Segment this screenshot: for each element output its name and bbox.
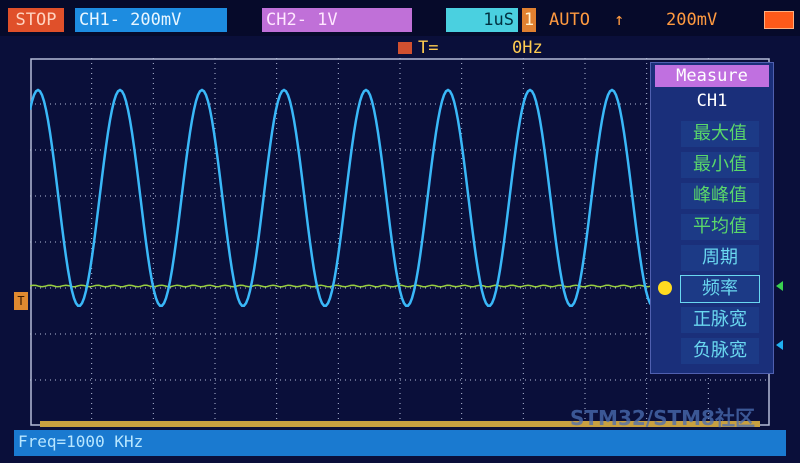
ch1-scale[interactable]: CH1- 200mV xyxy=(75,8,227,32)
trigger-source[interactable]: 1 xyxy=(522,8,536,32)
trigger-marker[interactable]: T xyxy=(14,292,28,310)
frequency-readout: Freq=1000 KHz xyxy=(18,432,144,451)
menu-item-average[interactable]: 平均值 xyxy=(681,214,759,240)
menu-item-peak-to-peak[interactable]: 峰峰值 xyxy=(681,183,759,209)
menu-item-min[interactable]: 最小值 xyxy=(681,152,759,178)
ch2-trace xyxy=(30,284,670,288)
menu-item-negative-pulse-width[interactable]: 负脉宽 xyxy=(681,338,759,364)
status-bar: STOP CH1- 200mV CH2- 1V 1uS 1 AUTO ↑ 200… xyxy=(0,0,800,36)
menu-item-period[interactable]: 周期 xyxy=(681,245,759,271)
timebase[interactable]: 1uS xyxy=(446,8,518,32)
ch2-scale[interactable]: CH2- 1V xyxy=(262,8,412,32)
frequency-label: T= xyxy=(418,38,439,58)
oscilloscope-screen: STOP CH1- 200mV CH2- 1V 1uS 1 AUTO ↑ 200… xyxy=(0,0,800,463)
trigger-edge-icon: ↑ xyxy=(614,10,625,30)
ch1-waveform xyxy=(30,88,672,307)
menu-channel[interactable]: CH1 xyxy=(651,91,773,111)
frequency-value: 0Hz xyxy=(512,38,543,58)
menu-item-positive-pulse-width[interactable]: 正脉宽 xyxy=(681,307,759,333)
watermark: STM32/STM8社区 xyxy=(570,406,755,430)
run-state-badge[interactable]: STOP xyxy=(8,8,64,32)
trigger-mode[interactable]: AUTO xyxy=(549,8,590,32)
run-indicator xyxy=(764,11,794,29)
bottom-bar: Freq=1000 KHz xyxy=(14,430,786,456)
menu-item-frequency[interactable]: 频率 xyxy=(680,275,760,303)
menu-item-max[interactable]: 最大值 xyxy=(681,121,759,147)
measure-menu: Measure CH1 最大值 最小值 峰峰值 平均值 周期 频率 正脉宽 负脉… xyxy=(650,62,774,374)
ch1-level-marker[interactable] xyxy=(776,340,783,350)
menu-title: Measure xyxy=(655,65,769,87)
ch2-level-marker[interactable] xyxy=(776,281,783,291)
menu-selector-dot xyxy=(658,281,672,295)
trigger-level[interactable]: 200mV xyxy=(666,8,717,32)
frequency-icon xyxy=(398,42,412,54)
